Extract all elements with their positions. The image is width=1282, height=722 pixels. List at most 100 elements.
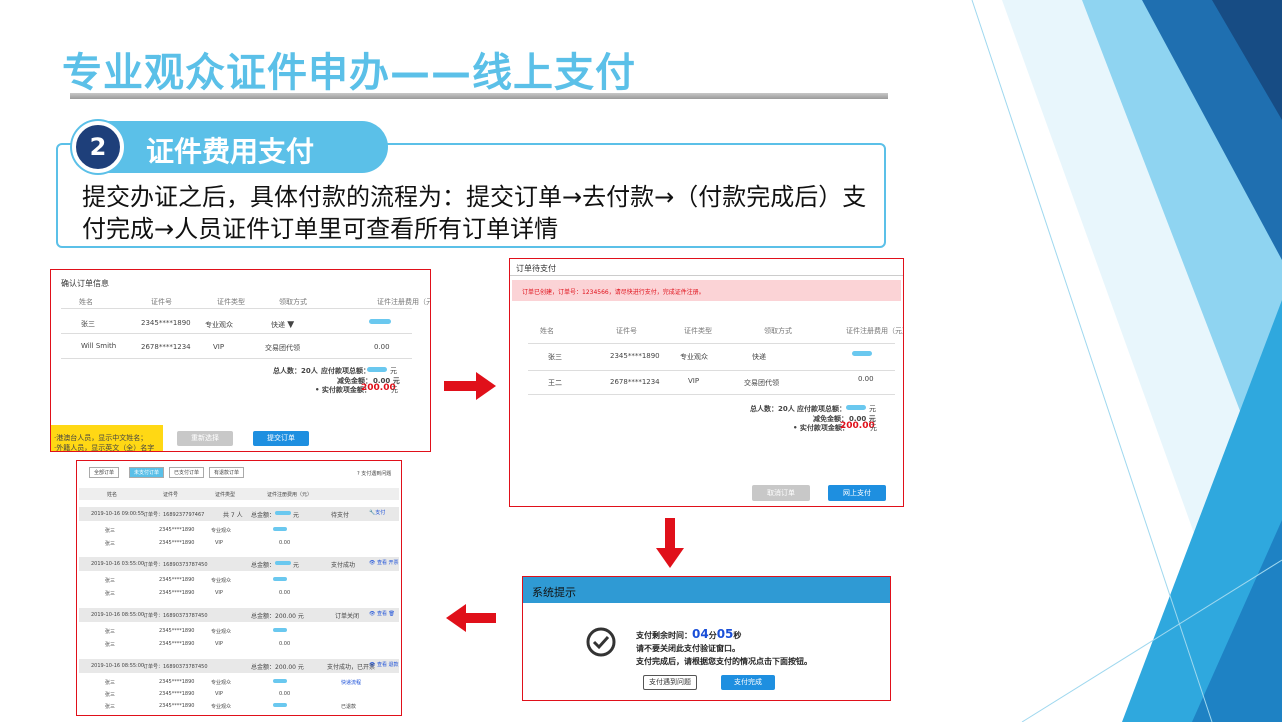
tab-all-orders[interactable]: 全部订单	[89, 467, 120, 478]
tab-refund-orders[interactable]: 有退款订单	[209, 467, 245, 478]
cell-fee: 0.00	[279, 540, 291, 546]
cell-type: 专业观众	[211, 629, 232, 635]
order-header: 2019-10-16 03:55:00 订单号：16890373787450 总…	[79, 557, 399, 571]
col-header: 领取方式	[764, 327, 792, 335]
delivery-select[interactable]: 快递 ▼	[271, 320, 294, 330]
cell-method: 交易团代领	[265, 344, 300, 352]
col-header: 证件类型	[217, 298, 245, 306]
view-invoice-icons[interactable]: 👁 查看 开票	[369, 559, 399, 566]
order-header: 2019-10-16 08:55:00 订单号：16890373787450 总…	[79, 608, 399, 622]
cell-id: 2345****1890	[159, 641, 195, 647]
amount-blurred	[275, 561, 291, 565]
order-total-label: 总金额：	[251, 613, 276, 620]
order-number: 订单号：16890373787450	[143, 613, 208, 619]
dialog-title: 系统提示	[532, 586, 576, 599]
cell-type: 专业观众	[205, 321, 233, 329]
panel-heading: 确认订单信息	[61, 279, 109, 288]
submit-order-button[interactable]: 提交订单	[253, 431, 309, 446]
row-note[interactable]: 快递流程	[341, 679, 361, 686]
reselect-button[interactable]: 重新选择	[177, 431, 233, 446]
cell-id: 2345****1890	[159, 628, 195, 634]
col-header: 证件号	[163, 492, 179, 498]
cell-name: 张三	[105, 692, 116, 698]
cancel-order-button[interactable]: 取消订单	[752, 485, 810, 501]
order-header: 2019-10-16 08:55:00 订单号：16890373787450 总…	[79, 659, 399, 673]
cell-type: 专业观众	[211, 704, 232, 710]
cell-name: 王二	[548, 379, 562, 387]
unit: 元	[870, 424, 877, 432]
fee-blurred	[273, 577, 287, 581]
cell-id: 2678****1234	[141, 343, 191, 351]
cell-fee: 0.00	[374, 343, 390, 351]
fee-blurred	[852, 351, 872, 356]
order-number: 订单号：16890373787450	[143, 664, 208, 670]
order-status: 支付成功	[331, 562, 356, 569]
order-status: 订单关闭	[335, 613, 360, 620]
check-circle-icon	[585, 626, 617, 660]
order-group: 2019-10-16 08:55:00 订单号：16890373787450 总…	[77, 608, 401, 654]
tab-unpaid-orders[interactable]: 未支付订单	[129, 467, 165, 478]
actual-unit: 元	[391, 386, 398, 394]
alert-text: 订单已创建，订单号：1234566，请尽快进行支付，完成证件注册。	[522, 289, 705, 296]
cell-name: 张三	[105, 528, 116, 534]
view-refund-icons[interactable]: 👁 查看 退款	[369, 661, 399, 668]
payable-unit: 元	[390, 367, 397, 375]
payable-blurred	[367, 367, 387, 372]
order-date: 2019-10-16 08:55:00	[91, 612, 145, 618]
flow-arrow-right	[444, 372, 496, 404]
row-note: 已退款	[341, 704, 357, 710]
order-total-label: 总金额：	[251, 512, 276, 519]
pay-action-icon[interactable]: 🔧支付	[369, 509, 385, 516]
cell-method: 快递	[752, 353, 766, 361]
view-delete-icons[interactable]: 👁 查看 🗑	[369, 610, 395, 617]
cell-type: VIP	[215, 540, 223, 546]
col-header: 证件号	[616, 327, 637, 335]
tab-paid-orders[interactable]: 已支付订单	[169, 467, 205, 478]
cell-id: 2345****1890	[159, 703, 195, 709]
order-date: 2019-10-16 03:55:00	[91, 561, 145, 567]
cell-id: 2345****1890	[159, 540, 195, 546]
payment-done-button[interactable]: 支付完成	[721, 675, 775, 690]
table-header: 姓名 证件号 证件类型 证件注册费用（元）	[79, 488, 399, 500]
cell-id: 2345****1890	[159, 590, 195, 596]
col-header: 姓名	[79, 298, 93, 306]
cell-name: 张三	[105, 680, 116, 686]
payment-help-link[interactable]: ? 支付遇到问题	[357, 470, 391, 477]
background-decoration	[962, 0, 1282, 722]
order-number: 订单号：1689237797467	[143, 512, 205, 518]
cell-type: VIP	[688, 377, 700, 385]
payable-blurred	[846, 405, 866, 410]
total-people: 总人数：20人	[750, 405, 795, 413]
cell-name: Will Smith	[81, 342, 117, 350]
alert-bar: 订单已创建，订单号：1234566，请尽快进行支付，完成证件注册。	[512, 280, 901, 301]
confirm-order-panel: 确认订单信息 姓名 证件号 证件类型 领取方式 证件注册费用（元） 张三 234…	[50, 269, 431, 452]
system-prompt-dialog: 系统提示 支付剩余时间：04分05秒 请不要关闭此支付验证窗口。 支付完成后，请…	[522, 576, 891, 701]
cell-name: 张三	[105, 541, 116, 547]
order-amount: 200.00 元	[275, 664, 304, 671]
title-underline	[70, 93, 888, 99]
step-number-badge: 2	[72, 121, 124, 173]
warning-line: 请不要关闭此支付验证窗口。	[636, 644, 740, 653]
cell-type: 专业观众	[211, 680, 232, 686]
notice-box: ·港澳台人员，显示中文姓名； ·外籍人员，显示英文（全）名字	[51, 425, 163, 452]
cell-type: 专业观众	[680, 353, 708, 361]
order-group: 2019-10-16 03:55:00 订单号：16890373787450 总…	[77, 557, 401, 603]
col-header: 证件号	[151, 298, 172, 306]
cell-id: 2678****1234	[610, 378, 660, 386]
payment-problem-button[interactable]: 支付遇到问题	[643, 675, 697, 690]
cell-id: 2345****1890	[610, 352, 660, 360]
cell-type: 专业观众	[211, 578, 232, 584]
online-pay-button[interactable]: 网上支付	[828, 485, 886, 501]
flow-arrow-left	[446, 604, 496, 636]
order-status: 支付成功，已开票	[327, 664, 376, 671]
fee-blurred	[273, 703, 287, 707]
notice-line: ·外籍人员，显示英文（全）名字	[54, 444, 155, 452]
order-total-label: 总金额：	[251, 562, 276, 569]
cell-id: 2345****1890	[159, 577, 195, 583]
col-header: 姓名	[107, 492, 118, 498]
cell-fee: 0.00	[279, 590, 291, 596]
order-group: 2019-10-16 08:55:00 订单号：16890373787450 总…	[77, 659, 401, 715]
col-header: 证件类型	[215, 492, 236, 498]
cell-type: VIP	[215, 590, 223, 596]
col-header: 姓名	[540, 327, 554, 335]
